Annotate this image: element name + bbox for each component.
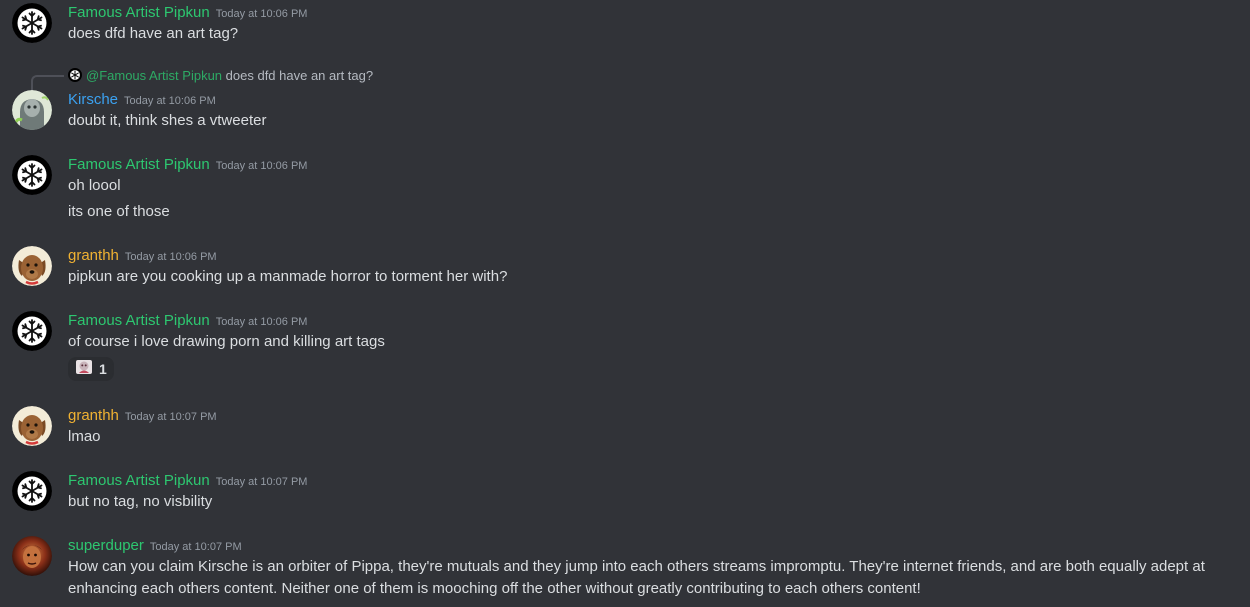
message: superduper Today at 10:07 PM How can you … <box>0 536 1250 607</box>
message: @Famous Artist Pipkun does dfd have an a… <box>0 67 1250 137</box>
username[interactable]: Famous Artist Pipkun <box>68 4 210 21</box>
username[interactable]: superduper <box>68 537 144 554</box>
timestamp[interactable]: Today at 10:06 PM <box>216 316 308 328</box>
message: granthh Today at 10:07 PM lmao <box>0 406 1250 456</box>
message: granthh Today at 10:06 PM pipkun are you … <box>0 246 1250 296</box>
message-text: does dfd have an art tag? <box>68 25 239 42</box>
timestamp[interactable]: Today at 10:06 PM <box>216 160 308 172</box>
username[interactable]: granthh <box>68 247 119 264</box>
reaction-count: 1 <box>99 361 107 377</box>
username[interactable]: Famous Artist Pipkun <box>68 156 210 173</box>
reply-preview[interactable]: @Famous Artist Pipkun does dfd have an a… <box>68 67 373 85</box>
message: Famous Artist Pipkun Today at 10:06 PM of… <box>0 311 1250 386</box>
snowflake-icon <box>68 68 82 82</box>
reply-mention[interactable]: @Famous Artist Pipkun <box>86 68 222 83</box>
snowflake-icon[interactable] <box>12 471 52 511</box>
message-text: but no tag, no visbility <box>68 493 213 510</box>
timestamp[interactable]: Today at 10:06 PM <box>124 95 216 107</box>
timestamp[interactable]: Today at 10:07 PM <box>150 541 242 553</box>
reaction-button[interactable]: 1 <box>68 357 114 381</box>
message-text: pipkun are you cooking up a manmade horr… <box>68 268 508 285</box>
snowflake-icon[interactable] <box>12 311 52 351</box>
message-text: lmao <box>68 428 101 445</box>
username[interactable]: Famous Artist Pipkun <box>68 472 210 489</box>
message-text: oh loool <box>68 177 121 194</box>
message: Famous Artist Pipkun Today at 10:07 PM bu… <box>0 471 1250 521</box>
message-text: of course i love drawing porn and killin… <box>68 333 385 350</box>
message-text: its one of those <box>68 203 170 220</box>
ghost-avatar-icon[interactable] <box>12 90 52 130</box>
photo-avatar-icon[interactable] <box>12 536 52 576</box>
dog-avatar-icon[interactable] <box>12 406 52 446</box>
snowflake-icon[interactable] <box>12 3 52 43</box>
message-text: How can you claim Kirsche is an orbiter … <box>68 558 1205 597</box>
username[interactable]: Famous Artist Pipkun <box>68 312 210 329</box>
message: Famous Artist Pipkun Today at 10:06 PM oh… <box>0 155 1250 230</box>
reply-text: does dfd have an art tag? <box>225 68 374 83</box>
username[interactable]: granthh <box>68 407 119 424</box>
username[interactable]: Kirsche <box>68 91 118 108</box>
timestamp[interactable]: Today at 10:07 PM <box>216 476 308 488</box>
timestamp[interactable]: Today at 10:07 PM <box>125 411 217 423</box>
custom-emoji-icon <box>75 359 93 380</box>
reply-spine <box>31 75 64 91</box>
message: Famous Artist Pipkun Today at 10:06 PM do… <box>0 0 1250 60</box>
chat-messages: Famous Artist Pipkun Today at 10:06 PM do… <box>0 0 1250 607</box>
snowflake-icon[interactable] <box>12 155 52 195</box>
message-text: doubt it, think shes a vtweeter <box>68 112 267 129</box>
timestamp[interactable]: Today at 10:06 PM <box>125 251 217 263</box>
dog-avatar-icon[interactable] <box>12 246 52 286</box>
timestamp[interactable]: Today at 10:06 PM <box>216 8 308 20</box>
